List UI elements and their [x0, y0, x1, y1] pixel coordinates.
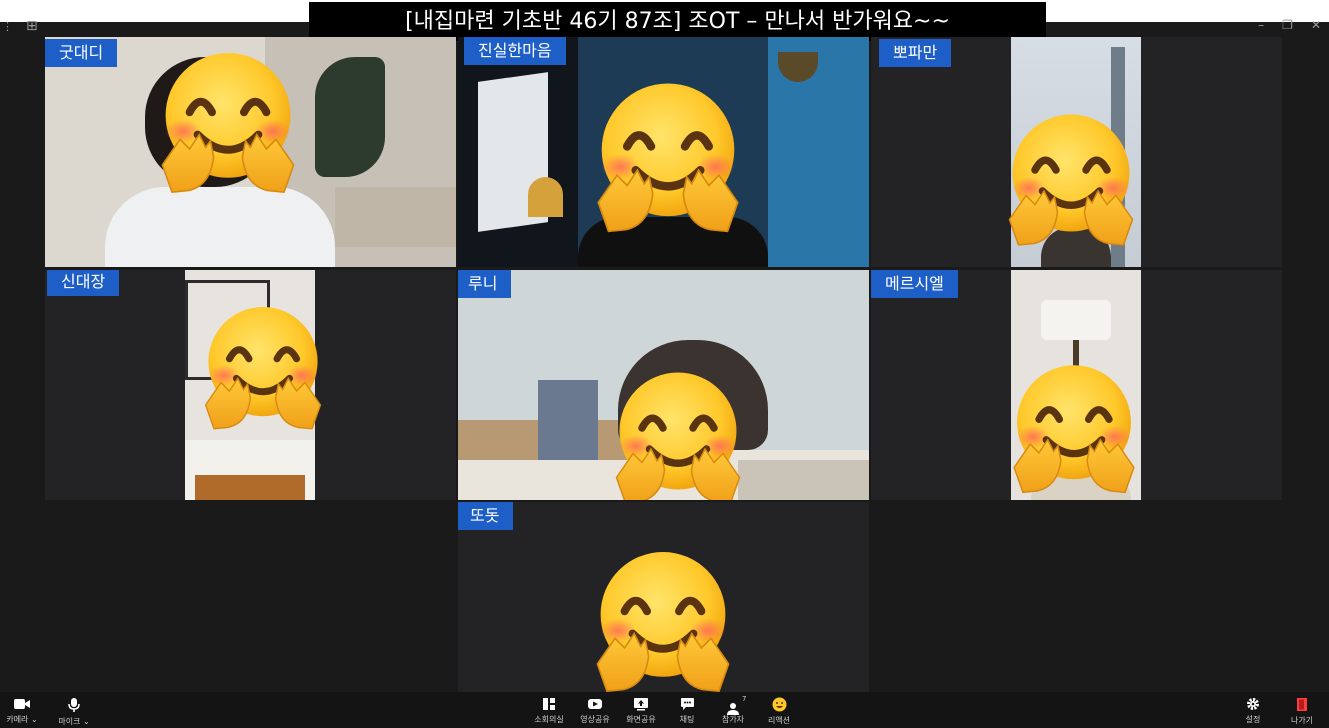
participant-name: 루니: [458, 270, 512, 298]
hugging-face-emoji-icon: [1001, 358, 1147, 500]
hugging-face-emoji-icon: [603, 365, 753, 500]
participant-tile[interactable]: 굿대디: [45, 37, 456, 267]
minimize-icon[interactable]: –: [1258, 18, 1264, 32]
restore-icon[interactable]: ❐: [1282, 18, 1293, 32]
video-share-icon: [588, 699, 602, 709]
participant-name: 굿대디: [45, 39, 118, 67]
participant-name: 또돗: [458, 502, 514, 530]
gear-icon: [1247, 698, 1259, 710]
participant-tile[interactable]: 메르시엘: [871, 270, 1282, 500]
meeting-title: [내집마련 기초반 46기 87조] 조OT – 만나서 반가워요~~: [309, 2, 1046, 41]
video-share-button[interactable]: 영상공유: [574, 692, 616, 728]
camera-button[interactable]: 카메라 ⌄: [2, 692, 42, 728]
breakout-rooms-button[interactable]: 소회의실: [528, 692, 570, 728]
mic-button[interactable]: 마이크 ⌄: [54, 692, 94, 728]
mic-label: 마이크 ⌄: [58, 717, 90, 726]
screen-share-button[interactable]: 화면공유: [620, 692, 662, 728]
participants-button[interactable]: 7 참가자: [712, 692, 754, 728]
window-controls: – ❐ ✕: [1258, 18, 1321, 32]
camera-icon: [14, 699, 30, 709]
video-share-label: 영상공유: [580, 715, 610, 724]
gallery-view-icon[interactable]: ⊞: [26, 18, 38, 34]
chat-button[interactable]: 채팅: [666, 692, 708, 728]
exit-door-icon: [1297, 698, 1307, 711]
breakout-rooms-label: 소회의실: [534, 715, 564, 724]
more-options-icon[interactable]: ⋮: [2, 20, 13, 33]
hugging-face-emoji-icon: [583, 75, 753, 245]
participant-name: 신대장: [47, 270, 120, 296]
leave-button[interactable]: 나가기: [1282, 692, 1322, 728]
participant-name: 진실한마음: [464, 37, 566, 65]
breakout-rooms-icon: [543, 698, 555, 710]
camera-label: 카메라 ⌄: [6, 715, 38, 724]
participant-tile[interactable]: 신대장: [45, 270, 456, 500]
participants-count: 7: [742, 695, 747, 703]
reaction-label: 리액션: [767, 716, 791, 725]
reaction-button[interactable]: 리액션: [758, 692, 800, 728]
participant-tile[interactable]: 루니: [458, 270, 869, 500]
screen-share-label: 화면공유: [626, 715, 656, 724]
chat-label: 채팅: [679, 715, 695, 724]
grinning-face-icon: [772, 697, 786, 712]
participant-name: 메르시엘: [871, 270, 958, 298]
settings-label: 설정: [1245, 715, 1261, 724]
microphone-icon: [68, 698, 80, 712]
participants-icon: [727, 703, 739, 715]
chat-icon: [680, 698, 694, 710]
participant-tile[interactable]: 또돗: [458, 502, 869, 692]
participant-tile[interactable]: 진실한마음: [458, 37, 869, 267]
screen-share-icon: [634, 698, 648, 711]
hugging-face-emoji-icon: [148, 45, 308, 205]
leave-label: 나가기: [1290, 716, 1314, 725]
participant-name: 뽀파만: [879, 39, 952, 67]
hugging-face-emoji-icon: [193, 300, 333, 440]
close-icon[interactable]: ✕: [1311, 18, 1321, 32]
hugging-face-emoji-icon: [583, 544, 743, 692]
hugging-face-emoji-icon: [996, 107, 1146, 257]
meeting-toolbar: 카메라 ⌄ 마이크 ⌄ 소회의실 영상공유 화면공유 채팅 7 참가자 리액션 …: [0, 692, 1329, 728]
settings-button[interactable]: 설정: [1234, 692, 1272, 728]
participant-tile[interactable]: 뽀파만: [871, 37, 1282, 267]
